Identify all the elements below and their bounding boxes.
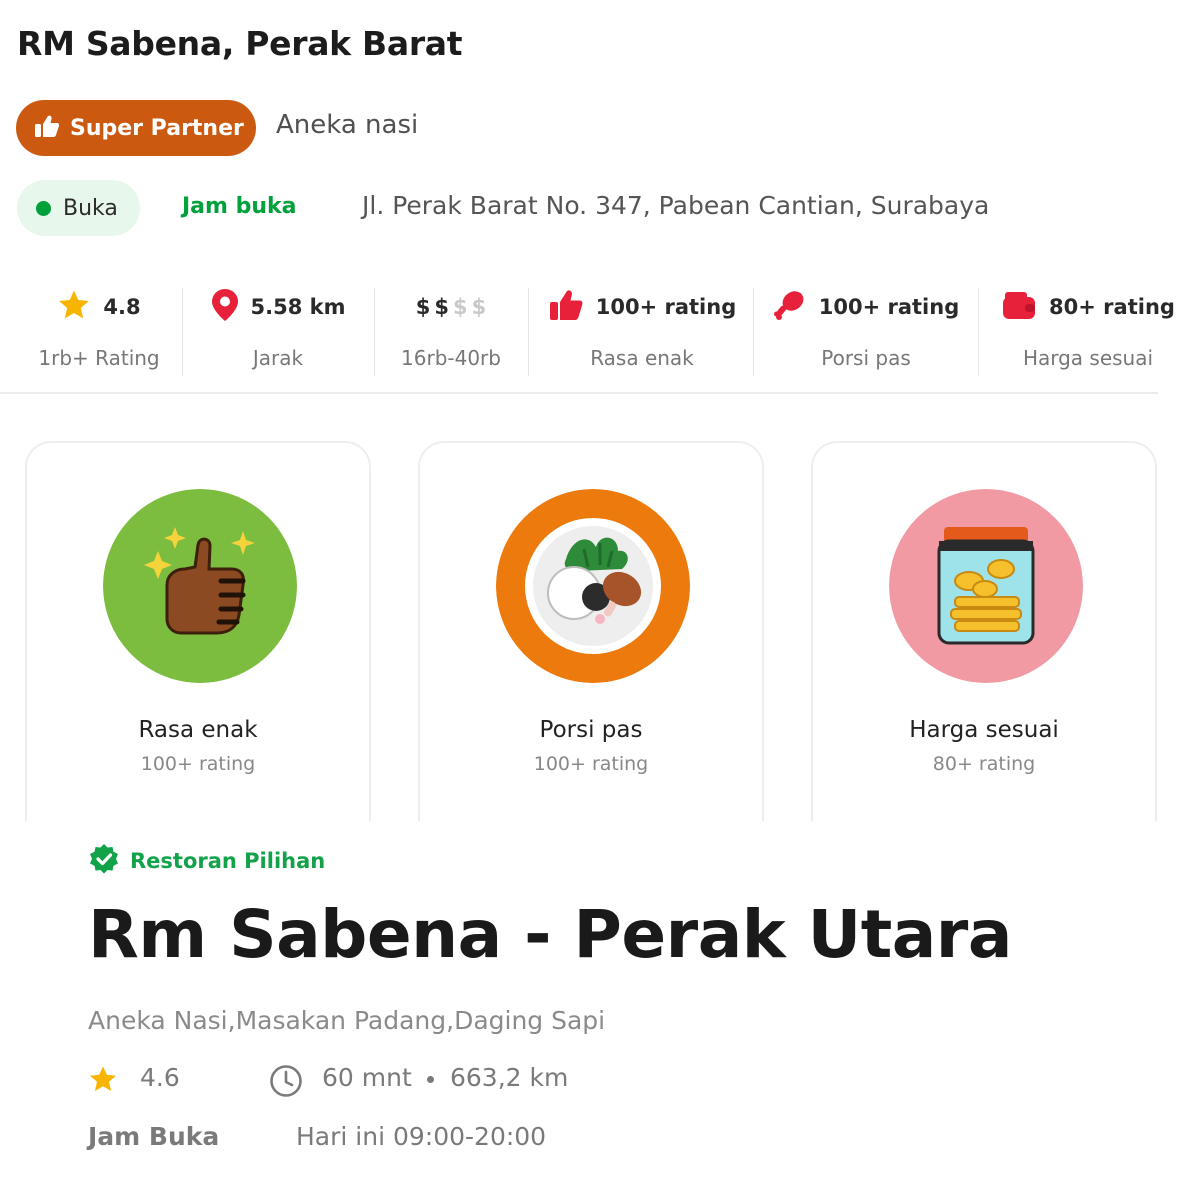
restoran-pilihan-badge: Restoran Pilihan [88,843,325,879]
delivery-time: 60 mnt [322,1063,412,1092]
thumbs-up-illustration-icon [103,489,297,683]
restaurant-distance: 663,2 km [450,1063,569,1092]
stat-label: Rasa enak [590,346,694,370]
price-level-icon: $ $ $ $ [415,295,487,319]
open-status-pill: Buka [17,180,140,236]
opening-hours-link[interactable]: Jam buka [182,194,297,219]
restaurant-categories: Aneka Nasi,Masakan Padang,Daging Sapi [88,1006,606,1035]
wallet-icon [1001,289,1037,325]
coin-jar-illustration-icon [889,489,1083,683]
stat-rating: 4.8 1rb+ Rating [28,286,170,376]
divider [374,288,375,376]
card-title: Harga sesuai [909,717,1059,743]
open-status-label: Buka [63,195,118,221]
stat-label: Porsi pas [821,346,911,370]
hours-value: Hari ini 09:00-20:00 [296,1122,547,1151]
super-partner-label: Super Partner [70,115,244,141]
review-card-taste[interactable]: Rasa enak 100+ rating [25,441,371,821]
stat-value: 100+ rating [818,295,960,319]
divider [753,288,754,376]
stat-taste: 100+ rating Rasa enak [536,286,748,376]
stat-portion: 100+ rating Porsi pas [760,286,972,376]
restaurant-rating: 4.6 [140,1063,180,1092]
star-icon [57,289,91,325]
open-dot-icon [36,200,51,216]
verified-check-icon [88,843,120,879]
stat-label: 1rb+ Rating [38,346,160,370]
location-pin-icon [211,288,239,326]
card-title: Rasa enak [138,717,258,743]
stat-value: 100+ rating [595,295,737,319]
review-card-price[interactable]: Harga sesuai 80+ rating [811,441,1157,821]
restoran-pilihan-label: Restoran Pilihan [130,849,326,873]
divider [528,288,529,376]
divider [978,288,979,376]
restaurant-title: RM Sabena, Perak Barat [17,24,463,63]
cuisine-label: Aneka nasi [276,110,419,140]
stat-value: 5.58 km [250,295,346,319]
stat-distance: 5.58 km Jarak [190,286,366,376]
plate-illustration-icon [496,489,690,683]
stat-value: 4.8 [103,295,141,319]
restaurant-name: Rm Sabena - Perak Utara [88,896,1012,973]
review-card-portion[interactable]: Porsi pas 100+ rating [418,441,764,821]
card-title: Porsi pas [539,717,643,743]
stat-price-fit: 80+ rating Harga sesuai [984,286,1192,376]
stats-row: 4.8 1rb+ Rating 5.58 km Jarak $ $ $ $ 16rb-… [0,270,1200,390]
separator-dot [427,1076,434,1083]
drumstick-icon [773,288,807,326]
hours-label: Jam Buka [88,1122,220,1151]
card-subtitle: 100+ rating [533,753,649,775]
stat-price: $ $ $ $ 16rb-40rb [380,286,522,376]
stat-label: Jarak [252,346,304,370]
card-subtitle: 80+ rating [932,753,1036,775]
opening-hours-row: Jam Buka Hari ini 09:00-20:00 [88,1120,788,1160]
stat-label: 16rb-40rb [401,346,501,370]
restaurant-meta-row: 4.6 60 mnt 663,2 km [88,1060,788,1100]
divider [182,288,183,376]
star-icon [88,1065,118,1097]
thumbs-up-icon [34,114,60,142]
section-divider [0,392,1158,394]
stat-value: 80+ rating [1049,295,1175,319]
thumbs-up-icon [548,288,584,326]
stat-label: Harga sesuai [1022,346,1154,370]
address: Jl. Perak Barat No. 347, Pabean Cantian,… [362,191,990,220]
card-subtitle: 100+ rating [140,753,256,775]
clock-icon [268,1063,304,1103]
super-partner-badge[interactable]: Super Partner [16,100,256,156]
